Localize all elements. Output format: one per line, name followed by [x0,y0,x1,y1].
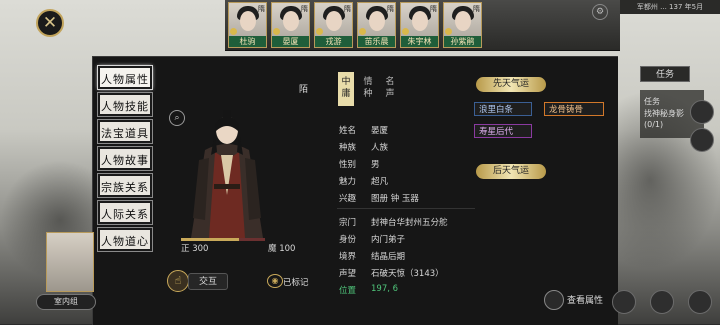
character-portrait [191,110,263,238]
info-value: 197, 6 [371,284,399,294]
portrait-sect: 隋 [387,5,394,13]
info-value: 封神台华封州五分舵 [371,218,448,228]
eye-icon[interactable]: ◉ [267,274,283,288]
portrait-name: 苗乐晨 [358,36,395,47]
status-dot-icon [316,28,323,35]
task-header[interactable]: 任务 [640,66,690,82]
task-line-3: (0/1) [644,120,664,129]
bottom-button-1[interactable] [612,290,636,314]
mode-tab-0[interactable]: 中 庸 [338,72,354,106]
face-shape [455,11,471,31]
interact-hand-icon[interactable]: ☝ [167,270,189,292]
task-line-2: 找神秘身影 [644,109,684,118]
settings-icon[interactable]: ⚙ [592,4,608,20]
face-shape [240,11,256,31]
tab-0[interactable]: 人物属性 [98,66,152,89]
bottom-button-3[interactable] [688,290,712,314]
tab-5[interactable]: 人际关系 [98,201,152,224]
info-value: 石破天惊（3143） [371,269,444,279]
character-portrait-card[interactable]: 隋苗乐晨 [357,2,396,48]
info-value: 内门弟子 [371,235,406,245]
portrait-sect: 隋 [258,5,265,13]
morality-bar-zheng [181,238,239,241]
portrait-name: 晏厦 [272,36,309,47]
tab-2[interactable]: 法宝道具 [98,120,152,143]
status-dot-icon [445,28,452,35]
innate-fortune-title: 先天气运 [476,77,546,92]
mo-value: 魔 100 [268,244,296,254]
side-button-2[interactable] [690,128,714,152]
marked-label[interactable]: 已标记 [283,276,309,288]
character-portrait-card[interactable]: 隋戎游 [314,2,353,48]
portrait-name: 杜驹 [229,36,266,47]
zheng-value: 正 300 [181,244,209,254]
face-shape [369,11,385,31]
info-value: 结晶后期 [371,252,406,262]
character-portrait-card[interactable]: 隋孙紫鹃 [443,2,482,48]
interact-button[interactable]: 交互 [188,273,228,290]
view-attributes-button[interactable]: 查看属性 [563,293,607,310]
tab-1[interactable]: 人物技能 [98,93,152,116]
tab-3[interactable]: 人物故事 [98,147,152,170]
player-button[interactable]: 室内组 [36,294,96,310]
face-shape [283,11,299,31]
portrait-name: 戎游 [315,36,352,47]
tab-4[interactable]: 宗族关系 [98,174,152,197]
status-dot-icon [359,28,366,35]
portrait-sect: 隋 [430,5,437,13]
acquired-fortune-title: 后天气运 [476,164,546,179]
portrait-sect: 隋 [301,5,308,13]
tab-6[interactable]: 人物道心 [98,228,152,251]
status-dot-icon [230,28,237,35]
date-box: 军都州 ... 137 年5月 [620,0,720,14]
status-dot-icon [273,28,280,35]
info-value: 图册 钟 玉器 [371,194,419,204]
status-dot-icon [402,28,409,35]
innate-fortune-tag[interactable]: 浪里白条 [474,102,532,116]
character-portrait-card[interactable]: 隋杜驹 [228,2,267,48]
character-marker: 陌 [299,85,309,95]
portrait-name: 孙紫鹃 [444,36,481,47]
info-divider [337,208,475,209]
character-portrait-card[interactable]: 隋朱宇林 [400,2,439,48]
face-shape [412,11,428,31]
close-button[interactable]: ✕ [36,9,64,37]
info-value: 超凡 [371,177,389,187]
info-value: 晏厦 [371,126,389,136]
innate-fortune-tag[interactable]: 龙骨铸骨 [544,102,604,116]
bottom-button-2[interactable] [650,290,674,314]
character-portrait-card[interactable]: 隋晏厦 [271,2,310,48]
portrait-sect: 隋 [344,5,351,13]
view-attributes-icon[interactable] [544,290,564,310]
innate-fortune-tag[interactable]: 寿星后代 [474,124,532,138]
player-avatar[interactable] [46,232,94,292]
close-icon: ✕ [42,13,58,33]
morality-bar-mo [239,238,265,241]
task-line-1: 任务 [644,97,660,106]
side-button-1[interactable] [690,100,714,124]
mode-tab-1[interactable]: 情 种 [360,72,376,106]
info-value: 男 [371,160,380,170]
info-value: 人族 [371,143,389,153]
face-shape [326,11,342,31]
portrait-sect: 隋 [473,5,480,13]
search-icon[interactable]: ⌕ [169,110,185,126]
portrait-name: 朱宇林 [401,36,438,47]
mode-tab-2[interactable]: 名 声 [382,72,398,106]
